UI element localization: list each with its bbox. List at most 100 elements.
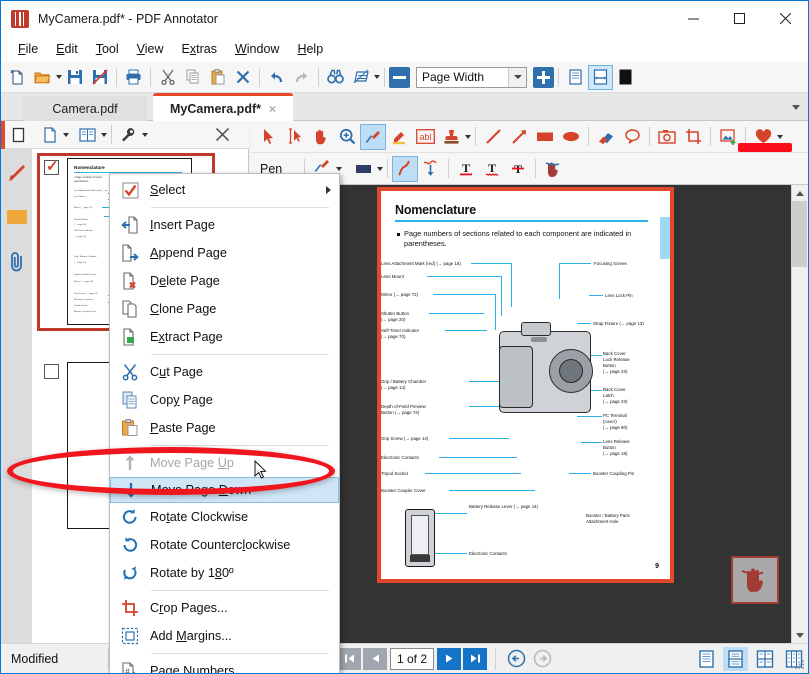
- tab-close-icon[interactable]: ×: [269, 102, 276, 116]
- context-menu-item-delete-page[interactable]: Delete Page: [110, 267, 339, 295]
- scroll-down-button[interactable]: [792, 627, 807, 643]
- full-screen-button[interactable]: [613, 65, 638, 90]
- highlighter-tool-button[interactable]: [386, 124, 412, 150]
- maximize-button[interactable]: [716, 1, 762, 36]
- undo-button[interactable]: [264, 65, 289, 90]
- context-menu-item-append-page[interactable]: Append Page: [110, 239, 339, 267]
- pen-style-caret-icon[interactable]: [336, 166, 343, 171]
- ocr-button[interactable]: [348, 65, 373, 90]
- save-button[interactable]: [62, 65, 87, 90]
- thumbnail-page-caret-icon[interactable]: [63, 132, 69, 137]
- context-menu-item-select[interactable]: Select: [110, 176, 339, 204]
- freehand-line-button[interactable]: [392, 155, 419, 182]
- paste-button[interactable]: [205, 65, 230, 90]
- menu-help[interactable]: Help: [288, 39, 332, 59]
- sidebar-tab-attachments[interactable]: [1, 239, 32, 284]
- delete-button[interactable]: [230, 65, 255, 90]
- context-menu-item-rotate-counterclockwise[interactable]: Rotate Counterclockwise: [110, 531, 339, 559]
- tab-camera-pdf[interactable]: Camera.pdf: [23, 96, 147, 121]
- menu-tool[interactable]: Tool: [87, 39, 128, 59]
- context-menu-item-rotate-clockwise[interactable]: Rotate Clockwise: [110, 503, 339, 531]
- text-select-tool-button[interactable]: [282, 124, 308, 150]
- new-document-button[interactable]: [5, 65, 30, 90]
- view-mode-single[interactable]: [694, 647, 719, 671]
- thumbnail-select-mode-button[interactable]: [6, 122, 31, 147]
- thumbnail-tools-caret-icon[interactable]: [142, 132, 148, 137]
- next-page-button[interactable]: [437, 647, 461, 670]
- find-button[interactable]: [323, 65, 348, 90]
- cut-button[interactable]: [155, 65, 180, 90]
- context-menu-item-add-margins[interactable]: Add Margins...: [110, 622, 339, 650]
- tab-overflow-button[interactable]: [788, 99, 804, 115]
- crop-tool-button[interactable]: [680, 124, 706, 150]
- thumbnail-layout-button[interactable]: [75, 122, 100, 147]
- ocr-dropdown-caret-icon[interactable]: [374, 75, 380, 79]
- menu-view[interactable]: View: [128, 39, 173, 59]
- menu-extras[interactable]: Extras: [173, 39, 226, 59]
- palm-rejection-widget[interactable]: [731, 556, 779, 604]
- smooth-line-button[interactable]: [418, 156, 444, 182]
- document-vertical-scrollbar[interactable]: [791, 185, 807, 643]
- forward-history-button[interactable]: [530, 648, 554, 670]
- pen-color-caret-icon[interactable]: [377, 166, 384, 171]
- view-mode-facing[interactable]: [752, 647, 777, 671]
- strikethrough-button[interactable]: T: [505, 156, 531, 182]
- zoom-in-button[interactable]: [533, 66, 554, 88]
- hand-tool-button[interactable]: [308, 124, 334, 150]
- menu-file[interactable]: File: [9, 39, 47, 59]
- resize-grip[interactable]: [794, 659, 805, 670]
- page-width-view-button[interactable]: [588, 64, 613, 90]
- context-menu-item-page-numbers[interactable]: # Page Numbers...: [110, 657, 339, 673]
- close-button[interactable]: [762, 1, 808, 36]
- ellipse-tool-button[interactable]: [558, 124, 584, 150]
- context-menu-item-insert-page[interactable]: Insert Page: [110, 211, 339, 239]
- squiggly-underline-button[interactable]: T: [479, 156, 505, 182]
- context-menu-item-move-page-down[interactable]: Move Page Down: [110, 477, 339, 503]
- arrow-tool-button[interactable]: [506, 124, 532, 150]
- favorites-dropdown-caret-icon[interactable]: [777, 134, 783, 139]
- context-menu-item-extract-page[interactable]: Extract Page: [110, 323, 339, 351]
- zoom-dropdown-caret-icon[interactable]: [508, 67, 526, 87]
- stamp-dropdown-caret-icon[interactable]: [465, 134, 471, 139]
- redo-button[interactable]: [289, 65, 314, 90]
- palm-rejection-button[interactable]: [540, 156, 566, 182]
- snapshot-tool-button[interactable]: [654, 124, 680, 150]
- previous-page-button[interactable]: [363, 647, 387, 670]
- sidebar-tab-pages[interactable]: [1, 194, 32, 239]
- eraser-tool-button[interactable]: [593, 124, 619, 150]
- single-page-view-button[interactable]: [563, 65, 588, 90]
- zoom-out-button[interactable]: [389, 66, 410, 88]
- underline-button[interactable]: T: [453, 156, 479, 182]
- save-as-button[interactable]: [87, 65, 112, 90]
- thumbnail-checkbox[interactable]: [44, 364, 59, 379]
- thumbnail-page-button[interactable]: [37, 122, 62, 147]
- context-menu-item-crop-pages[interactable]: Crop Pages...: [110, 594, 339, 622]
- tab-mycamera-pdf[interactable]: MyCamera.pdf* ×: [153, 93, 293, 121]
- pen-tool-button[interactable]: [360, 123, 386, 150]
- print-button[interactable]: [121, 65, 146, 90]
- rectangle-tool-button[interactable]: [532, 124, 558, 150]
- pen-color-button[interactable]: [350, 156, 376, 182]
- context-menu-item-rotate-180[interactable]: Rotate by 180º: [110, 559, 339, 587]
- context-menu-item-paste-page[interactable]: Paste Page: [110, 414, 339, 442]
- context-menu-item-clone-page[interactable]: Clone Page: [110, 295, 339, 323]
- scroll-up-button[interactable]: [792, 185, 807, 201]
- stamp-tool-button[interactable]: [438, 124, 464, 150]
- select-tool-button[interactable]: [256, 124, 282, 150]
- menu-window[interactable]: Window: [226, 39, 288, 59]
- zoom-tool-button[interactable]: [334, 124, 360, 150]
- first-page-button[interactable]: [337, 647, 361, 670]
- view-mode-continuous[interactable]: [723, 646, 748, 671]
- thumbnail-layout-caret-icon[interactable]: [101, 132, 107, 137]
- lasso-tool-button[interactable]: [619, 124, 645, 150]
- menu-edit[interactable]: Edit: [47, 39, 87, 59]
- zoom-level-combobox[interactable]: Page Width: [416, 66, 527, 88]
- minimize-button[interactable]: [670, 1, 716, 36]
- copy-button[interactable]: [180, 65, 205, 90]
- close-panel-button[interactable]: [210, 122, 235, 147]
- text-box-tool-button[interactable]: abl: [412, 124, 438, 150]
- line-tool-button[interactable]: [480, 124, 506, 150]
- back-history-button[interactable]: [504, 648, 528, 670]
- thumbnail-checkbox[interactable]: ✓: [44, 159, 59, 175]
- thumbnail-tools-button[interactable]: [116, 122, 141, 147]
